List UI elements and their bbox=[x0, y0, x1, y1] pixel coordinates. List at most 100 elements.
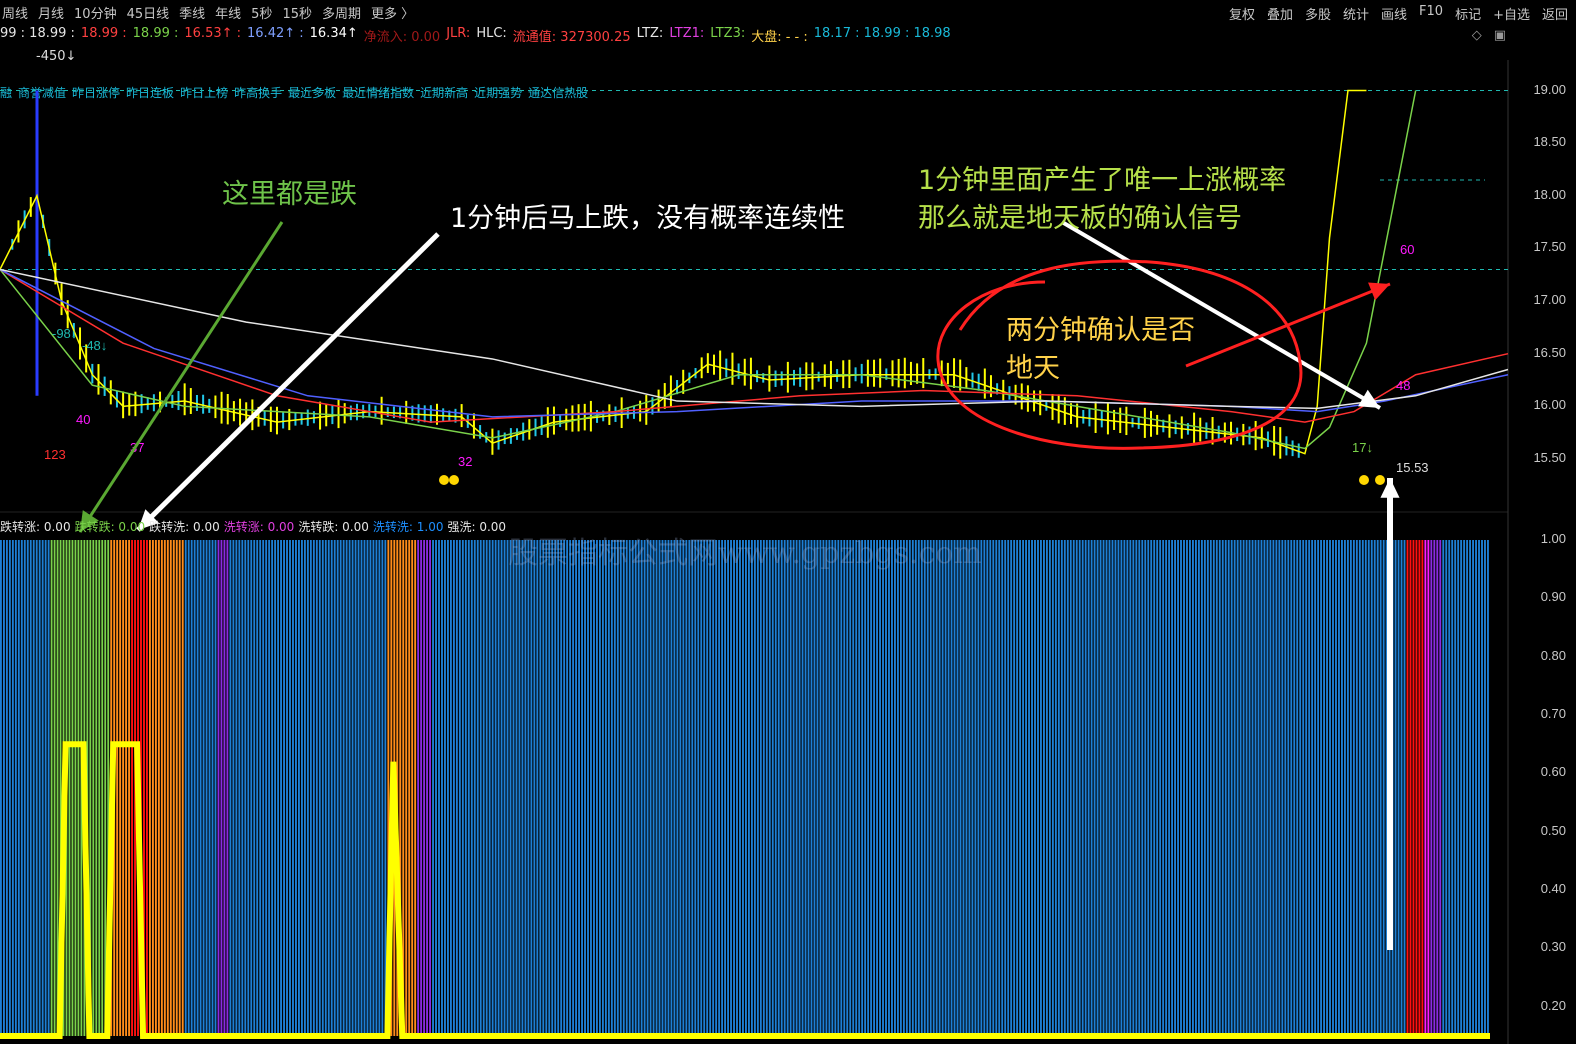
probability-bar bbox=[1302, 540, 1305, 1036]
probability-bar bbox=[1299, 540, 1302, 1036]
probability-bar bbox=[1078, 540, 1081, 1036]
probability-bar bbox=[467, 540, 470, 1036]
probability-bar bbox=[795, 540, 798, 1036]
probability-bar bbox=[1326, 540, 1328, 1036]
probability-bar bbox=[491, 540, 494, 1036]
probability-bar bbox=[1177, 540, 1179, 1036]
probability-bar bbox=[750, 540, 753, 1036]
probability-bar bbox=[1397, 540, 1400, 1036]
probability-bar bbox=[500, 540, 503, 1036]
probability-bar bbox=[1290, 540, 1293, 1036]
probability-bar bbox=[163, 540, 166, 1036]
probability-bar bbox=[303, 540, 306, 1036]
signal-dot bbox=[1375, 475, 1385, 485]
probability-bar bbox=[1376, 540, 1379, 1036]
probability-bar bbox=[1266, 540, 1269, 1036]
probability-bar bbox=[342, 540, 345, 1036]
probability-bar bbox=[196, 540, 199, 1036]
probability-bar bbox=[1057, 540, 1060, 1036]
probability-bar bbox=[1189, 540, 1191, 1036]
probability-bar bbox=[598, 540, 601, 1036]
probability-bar bbox=[1209, 540, 1212, 1036]
price-mark-label: 60 bbox=[1400, 242, 1414, 257]
probability-bar bbox=[190, 540, 193, 1036]
probability-bar bbox=[1218, 540, 1221, 1036]
probability-bar bbox=[983, 540, 986, 1036]
probability-bar bbox=[1341, 540, 1343, 1036]
probability-bar bbox=[1072, 540, 1075, 1036]
probability-bar bbox=[199, 540, 202, 1036]
probability-bar bbox=[292, 540, 294, 1036]
annotation-all-down: 这里都是跌 bbox=[222, 179, 357, 210]
probability-bar bbox=[1248, 540, 1251, 1036]
probability-bar bbox=[330, 540, 333, 1036]
probability-bar bbox=[765, 540, 768, 1036]
probability-bar bbox=[518, 540, 521, 1036]
probability-bar bbox=[414, 540, 417, 1036]
probability-bar bbox=[116, 540, 119, 1036]
probability-bar bbox=[151, 540, 154, 1036]
probability-bar bbox=[1224, 540, 1227, 1036]
probability-bar bbox=[736, 540, 738, 1036]
probability-bar bbox=[187, 540, 190, 1036]
probability-bar bbox=[1433, 540, 1436, 1036]
probability-bar bbox=[1275, 540, 1278, 1036]
probability-bar bbox=[572, 540, 575, 1036]
probability-bar bbox=[306, 540, 309, 1036]
probability-bar bbox=[366, 540, 369, 1036]
probability-bar bbox=[277, 540, 280, 1036]
probability-bar bbox=[1028, 540, 1030, 1036]
probability-bar bbox=[1144, 540, 1147, 1036]
probability-bar bbox=[622, 540, 625, 1036]
probability-bar bbox=[0, 540, 2, 1036]
probability-bar bbox=[864, 540, 867, 1036]
probability-bar bbox=[1332, 540, 1334, 1036]
probability-bar bbox=[1355, 540, 1358, 1036]
probability-bar bbox=[1016, 540, 1019, 1036]
probability-bar bbox=[1025, 540, 1027, 1036]
probability-bar bbox=[202, 540, 205, 1036]
probability-bar bbox=[661, 540, 664, 1036]
probability-bar bbox=[357, 540, 360, 1036]
probability-bar bbox=[1060, 540, 1063, 1036]
probability-bar bbox=[1427, 540, 1430, 1036]
probability-bar bbox=[447, 540, 449, 1036]
probability-bar bbox=[941, 540, 944, 1036]
probability-bar bbox=[1051, 540, 1054, 1036]
probability-bar bbox=[902, 540, 905, 1036]
probability-bar bbox=[1001, 540, 1004, 1036]
probability-bar bbox=[50, 540, 53, 1036]
probability-bar bbox=[166, 540, 169, 1036]
probability-bar bbox=[1403, 540, 1406, 1036]
probability-bar bbox=[470, 540, 473, 1036]
probability-bar bbox=[1215, 540, 1218, 1036]
probability-bar bbox=[381, 540, 384, 1036]
probability-bar bbox=[1007, 540, 1010, 1036]
probability-bar bbox=[1439, 540, 1442, 1036]
arrow-after-1min bbox=[136, 232, 440, 532]
probability-bar bbox=[542, 540, 545, 1036]
probability-bar bbox=[718, 540, 721, 1036]
probability-bar bbox=[1421, 540, 1424, 1036]
probability-bar bbox=[1382, 540, 1385, 1036]
probability-bar bbox=[932, 540, 935, 1036]
probability-bar bbox=[673, 540, 676, 1036]
probability-bar bbox=[1022, 540, 1025, 1036]
probability-bar bbox=[1084, 540, 1087, 1036]
probability-bar bbox=[950, 540, 953, 1036]
probability-bar bbox=[986, 540, 989, 1036]
probability-bar bbox=[1400, 540, 1403, 1036]
probability-bar bbox=[601, 540, 604, 1036]
probability-bar bbox=[643, 540, 646, 1036]
probability-bar bbox=[309, 540, 312, 1036]
probability-bar bbox=[619, 540, 622, 1036]
probability-bar bbox=[962, 540, 965, 1036]
probability-bar bbox=[411, 540, 414, 1036]
probability-bar bbox=[295, 540, 297, 1036]
legend-item: 跌转洗: 0.00 bbox=[149, 520, 220, 534]
probability-bar bbox=[1343, 540, 1346, 1036]
probability-bar bbox=[1463, 540, 1466, 1036]
probability-bar bbox=[315, 540, 318, 1036]
probability-bar bbox=[1093, 540, 1096, 1036]
probability-bar bbox=[241, 540, 244, 1036]
